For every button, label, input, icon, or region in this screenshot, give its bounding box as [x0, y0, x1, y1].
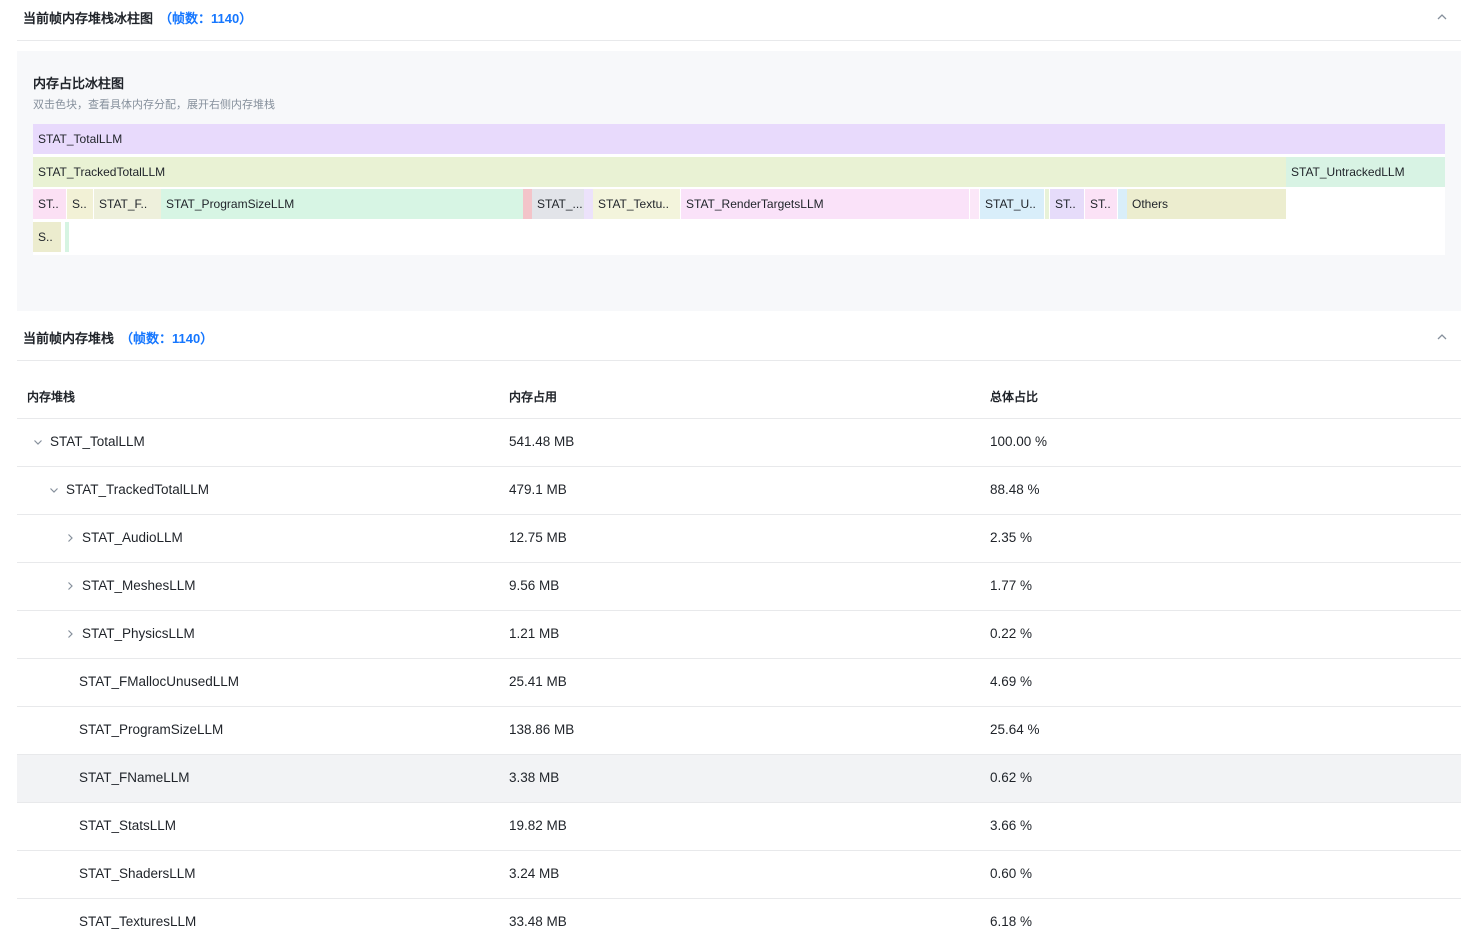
chevron-right-icon[interactable]	[64, 580, 76, 592]
stack-name: STAT_TrackedTotalLLM	[66, 482, 210, 497]
flame-block[interactable]: ST..	[1085, 189, 1117, 219]
table-row[interactable]: STAT_MeshesLLM 9.56 MB 1.77 %	[17, 563, 1461, 611]
stack-section-title-text: 当前帧内存堆栈	[23, 331, 115, 346]
stack-name: STAT_FNameLLM	[79, 770, 190, 785]
chevron-right-icon[interactable]	[64, 628, 76, 640]
flame-block[interactable]: S..	[67, 189, 93, 219]
memory-percent: 1.77 %	[990, 578, 1033, 593]
memory-percent: 25.64 %	[990, 722, 1040, 737]
chevron-down-icon[interactable]	[48, 484, 60, 496]
flame-block[interactable]	[523, 189, 532, 219]
flame-block[interactable]	[584, 189, 593, 219]
table-row[interactable]: STAT_ShadersLLM 3.24 MB 0.60 %	[17, 851, 1461, 899]
stack-name: STAT_FMallocUnusedLLM	[79, 674, 240, 689]
chevron-down-icon[interactable]	[32, 436, 44, 448]
memory-percent: 6.18 %	[990, 914, 1033, 929]
memory-percent: 0.62 %	[990, 770, 1033, 785]
flame-section-title-text: 当前帧内存堆栈冰柱图	[23, 11, 154, 26]
flame-block[interactable]: ST..	[33, 189, 66, 219]
stack-name: STAT_AudioLLM	[82, 530, 183, 545]
memory-percent: 88.48 %	[990, 482, 1040, 497]
memory-size: 25.41 MB	[509, 674, 567, 689]
flame-block[interactable]: Others	[1127, 189, 1286, 219]
memory-size: 3.24 MB	[509, 866, 560, 881]
flame-block[interactable]: STAT_...	[532, 189, 584, 219]
flame-section-title: 当前帧内存堆栈冰柱图 （帧数：1140）	[23, 8, 252, 27]
flame-block[interactable]: S..	[33, 221, 61, 252]
memory-size: 33.48 MB	[509, 914, 567, 929]
memory-percent: 0.60 %	[990, 866, 1033, 881]
stack-name: STAT_MeshesLLM	[82, 578, 196, 593]
stack-name: STAT_ShadersLLM	[79, 866, 196, 881]
flame-block[interactable]: STAT_F..	[94, 189, 161, 219]
memory-size: 138.86 MB	[509, 722, 575, 737]
flame-block[interactable]: STAT_TotalLLM	[33, 124, 1445, 154]
flame-block[interactable]: STAT_UntrackedLLM	[1286, 156, 1445, 187]
flame-block[interactable]	[1045, 189, 1049, 219]
flame-block[interactable]	[1118, 189, 1127, 219]
flame-block[interactable]	[970, 189, 979, 219]
chevron-up-icon[interactable]	[1435, 10, 1449, 24]
icicle-chart[interactable]: STAT_TotalLLM STAT_TrackedTotalLLM STAT_Un…	[33, 124, 1445, 255]
stack-section-header: 当前帧内存堆栈 （帧数：1140）	[17, 320, 1461, 361]
flame-block[interactable]: STAT_Textu..	[593, 189, 680, 219]
table-row[interactable]: STAT_TotalLLM 541.48 MB 100.00 %	[17, 419, 1461, 467]
memory-size: 1.21 MB	[509, 626, 560, 641]
memory-size: 19.82 MB	[509, 818, 567, 833]
memory-size: 3.38 MB	[509, 770, 560, 785]
flame-frame-count: （帧数：1140）	[159, 11, 253, 26]
flame-section-header: 当前帧内存堆栈冰柱图 （帧数：1140）	[17, 0, 1461, 41]
chevron-up-icon[interactable]	[1435, 330, 1449, 344]
flame-block[interactable]: STAT_TrackedTotalLLM	[33, 156, 1286, 187]
flame-panel: 内存占比冰柱图 双击色块，查看具体内存分配，展开右侧内存堆栈 STAT_Tota…	[17, 51, 1461, 311]
flame-panel-subtitle: 双击色块，查看具体内存分配，展开右侧内存堆栈	[33, 99, 275, 111]
column-header-size: 内存占用	[509, 390, 558, 404]
memory-size: 479.1 MB	[509, 482, 567, 497]
stack-name: STAT_TotalLLM	[50, 434, 145, 449]
table-body: STAT_TotalLLM 541.48 MB 100.00 % STAT_Track…	[17, 419, 1461, 946]
flame-block[interactable]: STAT_ProgramSizeLLM	[161, 189, 523, 219]
stack-name: STAT_PhysicsLLM	[82, 626, 195, 641]
memory-size: 9.56 MB	[509, 578, 560, 593]
table-row[interactable]: STAT_PhysicsLLM 1.21 MB 0.22 %	[17, 611, 1461, 659]
stack-frame-count: （帧数：1140）	[120, 331, 214, 346]
table-header: 内存堆栈 内存占用 总体占比	[17, 371, 1461, 419]
memory-percent: 2.35 %	[990, 530, 1033, 545]
memory-size: 12.75 MB	[509, 530, 567, 545]
column-header-percent: 总体占比	[990, 390, 1039, 404]
flame-panel-title: 内存占比冰柱图	[33, 76, 125, 91]
table-row[interactable]: STAT_TrackedTotalLLM 479.1 MB 88.48 %	[17, 467, 1461, 515]
memory-percent: 0.22 %	[990, 626, 1033, 641]
memory-stack-table: 内存堆栈 内存占用 总体占比 STAT_TotalLLM 541.48 MB 100…	[17, 371, 1461, 946]
memory-percent: 3.66 %	[990, 818, 1033, 833]
memory-percent: 100.00 %	[990, 434, 1048, 449]
table-row[interactable]: STAT_FNameLLM 3.38 MB 0.62 %	[17, 755, 1461, 803]
table-row[interactable]: STAT_ProgramSizeLLM 138.86 MB 25.64 %	[17, 707, 1461, 755]
flame-block[interactable]: ST..	[1050, 189, 1084, 219]
chevron-right-icon[interactable]	[64, 532, 76, 544]
table-row[interactable]: STAT_AudioLLM 12.75 MB 2.35 %	[17, 515, 1461, 563]
memory-size: 541.48 MB	[509, 434, 575, 449]
table-row[interactable]: STAT_FMallocUnusedLLM 25.41 MB 4.69 %	[17, 659, 1461, 707]
table-row[interactable]: STAT_StatsLLM 19.82 MB 3.66 %	[17, 803, 1461, 851]
stack-name: STAT_ProgramSizeLLM	[79, 722, 224, 737]
flame-block[interactable]: STAT_U..	[980, 189, 1044, 219]
flame-block[interactable]: STAT_RenderTargetsLLM	[681, 189, 969, 219]
stack-section-title: 当前帧内存堆栈 （帧数：1140）	[23, 328, 213, 347]
memory-percent: 4.69 %	[990, 674, 1033, 689]
table-row[interactable]: STAT_TexturesLLM 33.48 MB 6.18 %	[17, 899, 1461, 946]
stack-name: STAT_StatsLLM	[79, 818, 177, 833]
flame-block[interactable]	[65, 221, 69, 252]
stack-name: STAT_TexturesLLM	[79, 914, 197, 929]
column-header-stack: 内存堆栈	[27, 390, 76, 404]
